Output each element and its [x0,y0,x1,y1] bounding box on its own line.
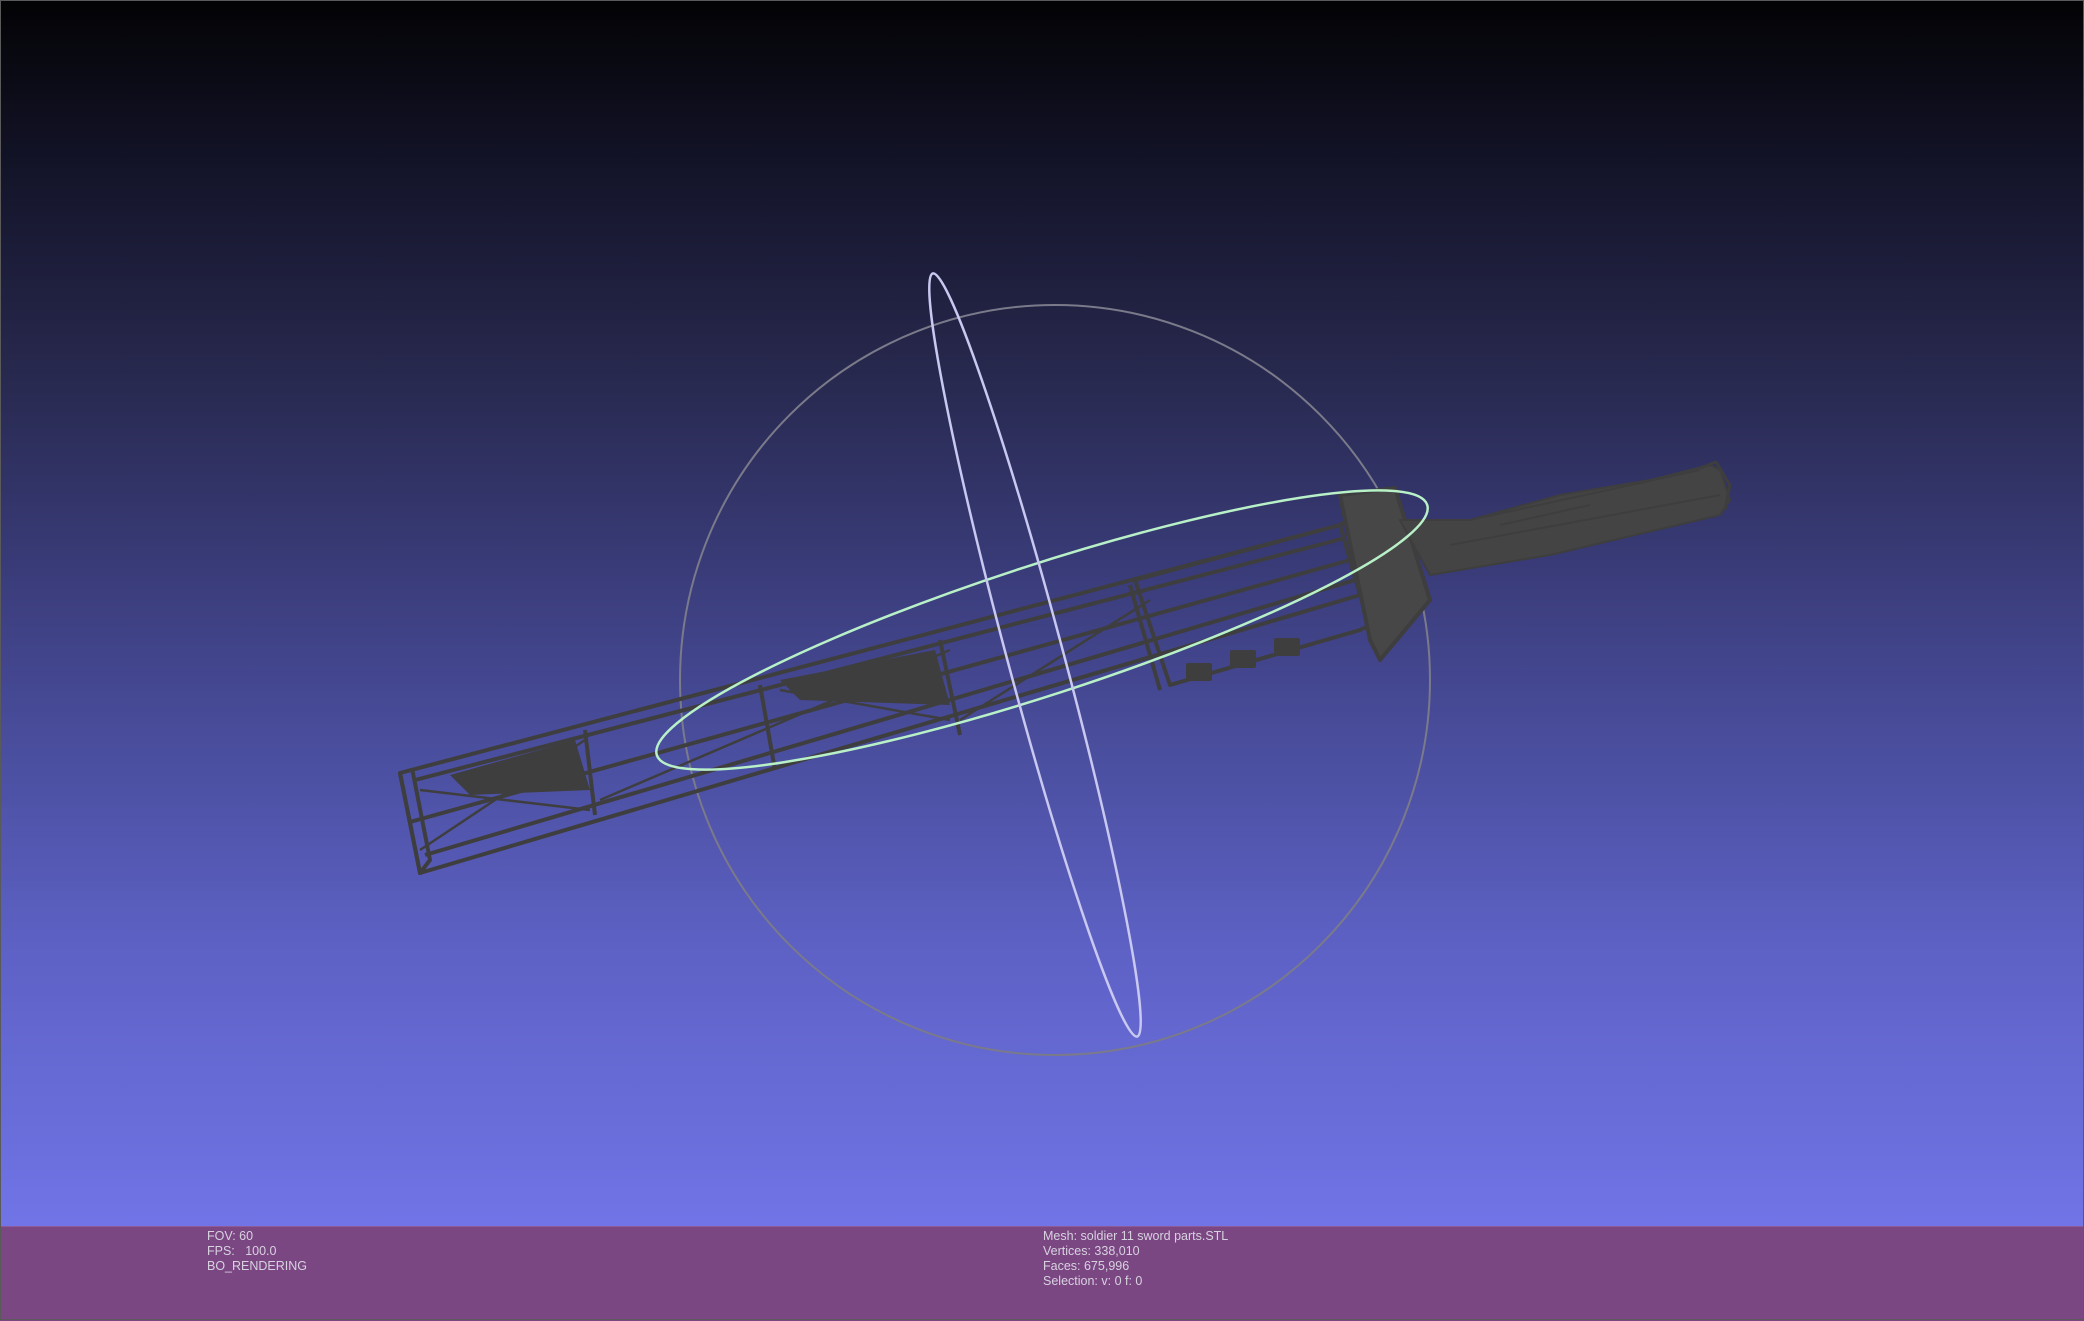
trackball-horizontal-ring[interactable] [637,443,1448,817]
faces-label: Faces: 675,996 [1043,1259,1130,1273]
sword-mesh-wireframe[interactable] [398,460,1732,875]
guard-tooth-2 [1230,650,1256,668]
render-mode-label: BO_RENDERING [207,1259,308,1273]
selection-label: Selection: v: 0 f: 0 [1043,1274,1143,1288]
viewport-canvas[interactable] [0,0,2084,1226]
blade-star-1 [450,740,590,795]
blade-edge-bottom [424,578,1356,857]
vertices-label: Vertices: 338,010 [1043,1244,1140,1258]
guard-tooth-3 [1274,638,1300,656]
mesh-info-panel: Mesh: soldier 11 sword parts.STL Vertice… [1043,1229,1228,1289]
blade-star-2 [780,650,950,705]
fov-label: FOV: 60 [207,1229,254,1243]
mesh-name-label: Mesh: soldier 11 sword parts.STL [1043,1229,1229,1243]
render-info-panel: FOV: 60 FPS: 100.0 BO_RENDERING [207,1229,307,1274]
info-bar: FOV: 60 FPS: 100.0 BO_RENDERING Mesh: so… [0,1226,2084,1321]
sword-grip [1399,464,1731,576]
guard-tooth-1 [1186,663,1212,681]
fps-label: FPS: 100.0 [207,1244,277,1258]
3d-viewport[interactable] [0,0,2084,1226]
